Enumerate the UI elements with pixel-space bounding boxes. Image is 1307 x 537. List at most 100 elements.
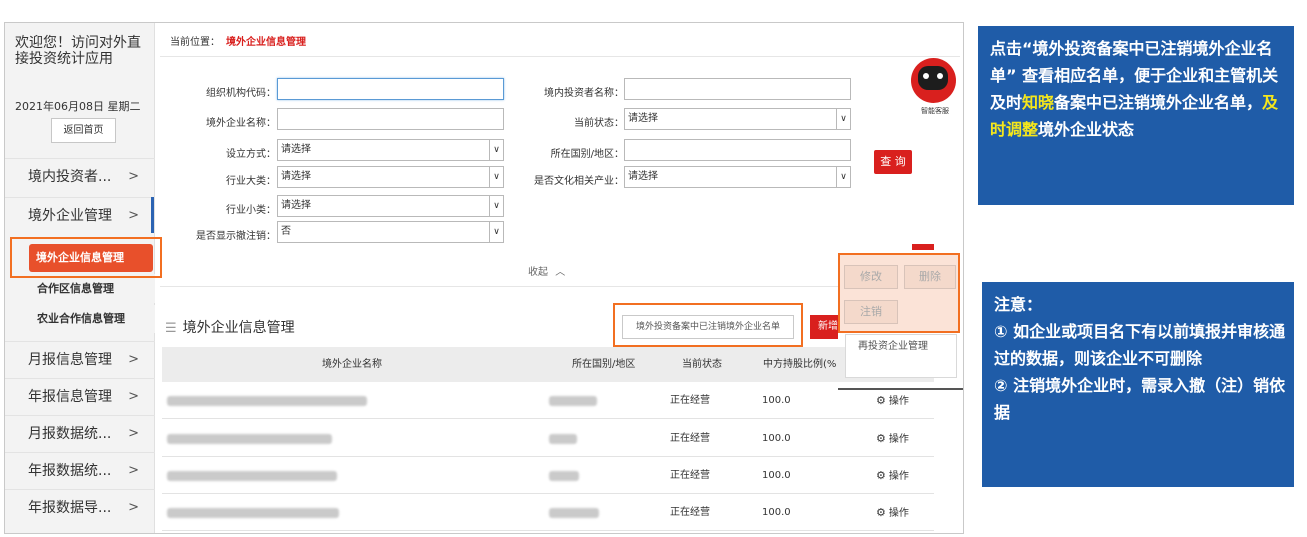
row-operation[interactable]: ⚙ 操作 xyxy=(876,420,909,457)
redacted-country xyxy=(549,396,597,406)
chevron-down-icon: ∨ xyxy=(489,196,503,216)
sidebar-item-label: 境内投资者... xyxy=(28,169,112,185)
query-button[interactable]: 查 询 xyxy=(874,150,912,174)
status-label: 当前状态： xyxy=(574,118,624,129)
cell-status: 正在经营 xyxy=(670,395,710,406)
cancel-company-button[interactable]: 注销 xyxy=(844,300,898,324)
sidebar-item-annual-stats[interactable]: 年报数据统... > xyxy=(5,452,155,488)
note-line: ① 如企业或项目名下有以前填报并审核通过的数据，则该企业不可删除 xyxy=(994,322,1286,368)
section-title: ☰ 境外企业信息管理 xyxy=(165,317,295,337)
industry-minor-label: 行业小类： xyxy=(226,205,276,216)
current-date: 2021年06月08日 星期二 xyxy=(15,100,141,113)
sidebar: 欢迎您！访问对外直接投资统计应用 2021年06月08日 星期二 返回首页 境内… xyxy=(5,23,155,533)
sidebar-item-label: 年报信息管理 xyxy=(28,389,112,405)
sidebar-item-monthly-report[interactable]: 月报信息管理 > xyxy=(5,341,155,377)
chevron-right-icon: > xyxy=(128,169,139,184)
robot-eye xyxy=(923,73,929,79)
collapse-label: 收起 xyxy=(528,267,548,278)
cell-ratio: 100.0 xyxy=(762,507,791,518)
welcome-text: 欢迎您！访问对外直接投资统计应用 xyxy=(15,35,141,67)
method-select-value: 请选择 xyxy=(281,144,311,155)
operation-label: 操作 xyxy=(888,396,909,407)
note-text: 境外企业状态 xyxy=(1038,120,1135,139)
industry-major-select-value: 请选择 xyxy=(281,171,311,182)
table-header: 境外企业名称 所在国别/地区 当前状态 中方持股比例(% xyxy=(162,347,934,382)
chevron-down-icon: ∨ xyxy=(836,167,850,187)
column-header-ratio: 中方持股比例(% xyxy=(763,359,837,370)
table-row[interactable]: 正在经营 100.0 ⚙ 操作 xyxy=(162,382,934,419)
gear-icon: ⚙ xyxy=(876,506,886,519)
note-line: ② 注销境外企业时，需录入撤（注）销依据 xyxy=(994,376,1286,422)
list-icon: ☰ xyxy=(165,321,177,336)
chevron-up-icon: ︿ xyxy=(555,267,566,278)
robot-assistant-label: 智能客服 xyxy=(921,107,949,115)
breadcrumb: 当前位置： 境外企业信息管理 xyxy=(170,33,306,48)
company-name-input[interactable] xyxy=(277,108,504,130)
sidebar-item-label: 年报数据导... xyxy=(28,500,112,516)
sidebar-active-indicator xyxy=(151,197,154,233)
show-cancelled-select[interactable]: 否 ∨ xyxy=(277,221,504,243)
column-header-status: 当前状态 xyxy=(682,359,722,370)
column-header-company-name: 境外企业名称 xyxy=(322,359,382,370)
culture-industry-select-value: 请选择 xyxy=(628,171,658,182)
section-title-text: 境外企业信息管理 xyxy=(182,320,295,336)
cell-status: 正在经营 xyxy=(670,433,710,444)
industry-minor-select-value: 请选择 xyxy=(281,200,311,211)
gear-icon: ⚙ xyxy=(876,394,886,407)
note-text: 备案中已注销境外企业名单， xyxy=(1054,93,1263,112)
cell-ratio: 100.0 xyxy=(762,470,791,481)
sidebar-item-overseas-company[interactable]: 境外企业管理 > xyxy=(5,197,155,233)
redacted-company-name xyxy=(167,396,367,406)
divider xyxy=(160,56,960,57)
sidebar-item-label: 月报数据统... xyxy=(28,426,112,442)
breadcrumb-prefix: 当前位置： xyxy=(170,37,220,48)
country-label: 所在国别/地区： xyxy=(550,149,624,160)
table-row[interactable]: 正在经营 100.0 ⚙ 操作 xyxy=(162,494,934,531)
method-select[interactable]: 请选择 ∨ xyxy=(277,139,504,161)
sidebar-item-label: 境外企业管理 xyxy=(28,208,112,224)
gear-icon: ⚙ xyxy=(876,432,886,445)
sidebar-item-label: 年报数据统... xyxy=(28,463,112,479)
sidebar-item-annual-export[interactable]: 年报数据导... > xyxy=(5,489,155,525)
redacted-company-name xyxy=(167,434,332,444)
reinvest-management-button[interactable]: 再投资企业管理 xyxy=(845,334,957,378)
row-operation[interactable]: ⚙ 操作 xyxy=(876,457,909,494)
status-select[interactable]: 请选择 ∨ xyxy=(624,108,851,130)
cell-ratio: 100.0 xyxy=(762,433,791,444)
chevron-right-icon: > xyxy=(128,426,139,441)
robot-face xyxy=(918,66,948,90)
gear-icon: ⚙ xyxy=(876,469,886,482)
show-cancelled-label: 是否显示撤注销： xyxy=(196,231,276,242)
delete-button[interactable]: 删除 xyxy=(904,265,956,289)
row-operation[interactable]: ⚙ 操作 xyxy=(876,494,909,531)
home-button[interactable]: 返回首页 xyxy=(51,118,116,143)
add-company-button[interactable]: 新增 xyxy=(810,315,838,339)
chevron-right-icon: > xyxy=(128,463,139,478)
sidebar-item-label: 月报信息管理 xyxy=(28,352,112,368)
investor-name-input[interactable] xyxy=(624,78,851,100)
sidebar-subitem-agriculture[interactable]: 农业合作信息管理 xyxy=(5,305,155,333)
cell-status: 正在经营 xyxy=(670,470,710,481)
table-row[interactable]: 正在经营 100.0 ⚙ 操作 xyxy=(162,420,934,457)
chevron-right-icon: > xyxy=(128,500,139,515)
sidebar-item-domestic-investor[interactable]: 境内投资者... > xyxy=(5,158,155,194)
country-input[interactable] xyxy=(624,139,851,161)
org-code-label: 组织机构代码： xyxy=(206,88,276,99)
redacted-company-name xyxy=(167,508,339,518)
sidebar-item-annual-report[interactable]: 年报信息管理 > xyxy=(5,378,155,414)
org-code-input[interactable] xyxy=(277,78,504,100)
industry-major-select[interactable]: 请选择 ∨ xyxy=(277,166,504,188)
collapse-toggle[interactable]: 收起 ︿ xyxy=(528,263,565,278)
culture-industry-select[interactable]: 请选择 ∨ xyxy=(624,166,851,188)
sidebar-item-monthly-stats[interactable]: 月报数据统... > xyxy=(5,415,155,451)
note-highlight: 知晓 xyxy=(1022,93,1055,112)
table-row[interactable]: 正在经营 100.0 ⚙ 操作 xyxy=(162,457,934,494)
industry-minor-select[interactable]: 请选择 ∨ xyxy=(277,195,504,217)
action-popup: 修改 删除 注销 xyxy=(838,253,960,333)
edit-button[interactable]: 修改 xyxy=(844,265,898,289)
culture-industry-label: 是否文化相关产业： xyxy=(534,176,624,187)
chevron-right-icon: > xyxy=(128,208,139,223)
industry-major-label: 行业大类： xyxy=(226,176,276,187)
sidebar-subitem-cooperation-zone[interactable]: 合作区信息管理 xyxy=(5,275,155,303)
highlight-box-cancelled-list xyxy=(613,303,803,347)
